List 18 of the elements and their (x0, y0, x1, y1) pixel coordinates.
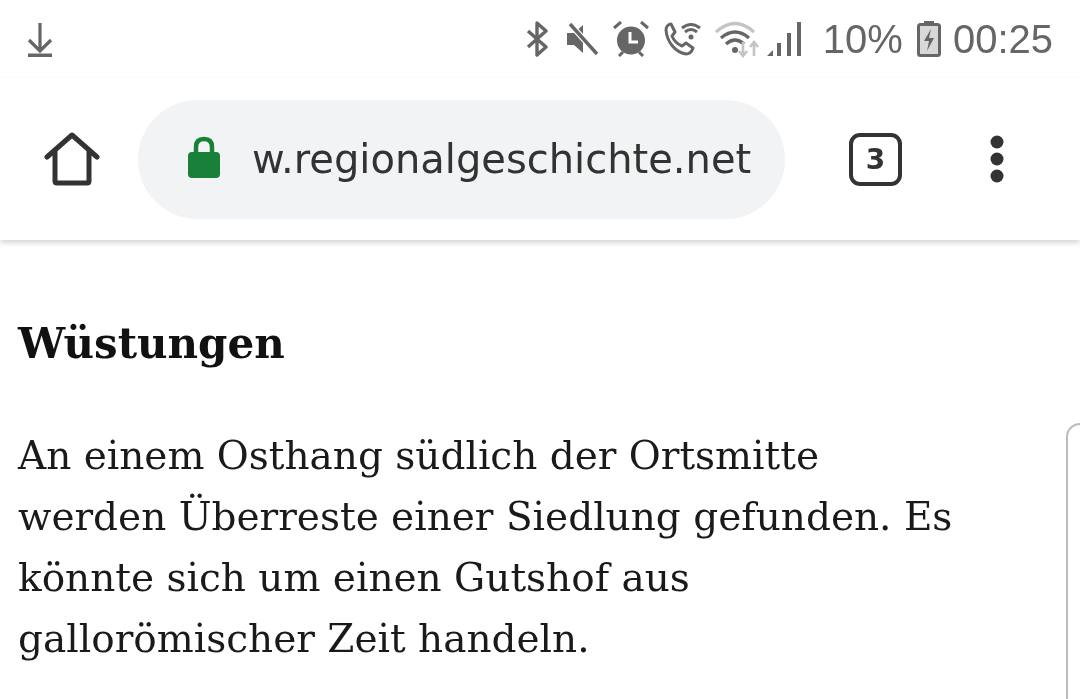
home-icon[interactable] (44, 132, 100, 186)
battery-percent: 10% (822, 17, 903, 61)
tab-switcher-button[interactable]: 3 (849, 132, 902, 186)
phone-wifi-icon (662, 22, 701, 56)
lock-icon (188, 136, 220, 178)
article-paragraph: An einem Osthang südlich der Ortsmitte werden Überreste einer Siedlung gefunden. Es könnte sich um einen Gutshof aus gallorömischer Zeit handeln. (18, 432, 954, 663)
url-text: w.regionalgeschichte.net (252, 136, 752, 182)
menu-icon[interactable] (990, 135, 1004, 183)
download-icon (27, 23, 53, 57)
bluetooth-icon (525, 21, 549, 57)
battery-charging-icon (916, 21, 941, 57)
muted-speaker-icon (566, 22, 599, 56)
alarm-clock-icon (612, 21, 649, 57)
address-bar[interactable]: w.regionalgeschichte.net (138, 99, 785, 219)
article-heading: Wüstungen (18, 318, 285, 370)
wifi-icon (714, 20, 761, 58)
signal-bars-icon (766, 21, 803, 57)
clock-time: 00:25 (952, 17, 1053, 61)
